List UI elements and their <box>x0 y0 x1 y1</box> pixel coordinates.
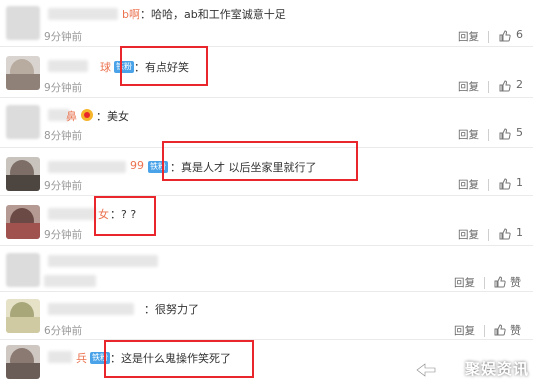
highlight-box <box>162 141 358 181</box>
timestamp: 8分钟前 <box>44 130 83 142</box>
avatar[interactable] <box>6 345 40 379</box>
comment-item: 回复 赞 <box>0 245 533 291</box>
like-count: 1 <box>516 226 523 239</box>
avatar[interactable] <box>6 205 40 239</box>
avatar[interactable] <box>6 105 40 139</box>
reply-link[interactable]: 回复 <box>458 177 479 192</box>
comment-item: 球 铁粉 ：有点好笑 9分钟前 回复 2 <box>0 46 533 96</box>
thumbs-up-icon[interactable] <box>494 324 506 336</box>
reply-link[interactable]: 回复 <box>454 323 475 338</box>
comment-item: 兵 铁粉 ：这是什么鬼操作笑死了 <box>0 339 533 380</box>
timestamp: 9分钟前 <box>44 180 83 192</box>
thumbs-up-icon[interactable] <box>499 228 511 240</box>
divider <box>488 229 489 241</box>
username-blur <box>48 303 134 315</box>
avatar[interactable] <box>6 157 40 191</box>
username[interactable]: 球 <box>100 59 111 75</box>
watermark-logo-icon <box>416 363 436 377</box>
like-count: 2 <box>516 78 523 91</box>
username[interactable]: b啊 <box>122 6 140 22</box>
divider <box>488 31 489 43</box>
like-count: 1 <box>516 176 523 189</box>
vip-icon <box>81 109 93 121</box>
comment-text: ：美女 <box>96 110 129 123</box>
comment-item: ：很努力了 6分钟前 回复 赞 <box>0 291 533 339</box>
watermark: 聚娱资讯 <box>464 360 529 378</box>
avatar[interactable] <box>6 299 40 333</box>
avatar[interactable] <box>6 253 40 287</box>
timestamp: 9分钟前 <box>44 229 83 241</box>
timestamp: 6分钟前 <box>44 325 83 337</box>
highlight-box <box>104 340 254 378</box>
thumbs-up-icon[interactable] <box>499 128 511 140</box>
comment-item: 鼻 ：美女 8分钟前 回复 5 <box>0 97 533 147</box>
avatar[interactable] <box>6 56 40 90</box>
thumbs-up-icon[interactable] <box>499 30 511 42</box>
divider <box>488 81 489 93</box>
thumbs-up-icon[interactable] <box>499 80 511 92</box>
comment-text: ：哈哈，ab和工作室诚意十足 <box>140 8 286 21</box>
like-label[interactable]: 赞 <box>510 322 521 338</box>
highlight-box <box>94 196 156 236</box>
divider <box>488 129 489 141</box>
timestamp-blur <box>44 275 96 287</box>
reply-link[interactable]: 回复 <box>458 29 479 44</box>
username-blur <box>48 60 88 72</box>
like-count: 5 <box>516 126 523 139</box>
avatar[interactable] <box>6 6 40 40</box>
timestamp: 9分钟前 <box>44 31 83 43</box>
comment-item: b啊 ：哈哈，ab和工作室诚意十足 9分钟前 回复 6 <box>0 0 533 48</box>
reply-link[interactable]: 回复 <box>454 275 475 290</box>
reply-link[interactable]: 回复 <box>458 127 479 142</box>
thumbs-up-icon[interactable] <box>499 178 511 190</box>
username[interactable]: 99 <box>130 159 144 172</box>
username-blur <box>48 255 158 267</box>
username-blur <box>48 8 118 20</box>
comment-text: ：很努力了 <box>144 303 199 316</box>
reply-link[interactable]: 回复 <box>458 227 479 242</box>
username-blur <box>48 161 126 173</box>
divider <box>488 179 489 191</box>
username[interactable]: 鼻 <box>66 108 77 124</box>
thumbs-up-icon[interactable] <box>494 276 506 288</box>
divider <box>484 277 485 289</box>
username-blur <box>48 208 96 220</box>
comment-item: 女 ：? ? 9分钟前 回复 1 <box>0 195 533 245</box>
timestamp: 9分钟前 <box>44 82 83 94</box>
divider <box>484 325 485 337</box>
reply-link[interactable]: 回复 <box>458 79 479 94</box>
highlight-box <box>120 46 208 86</box>
username[interactable]: 兵 <box>76 350 87 366</box>
like-label[interactable]: 赞 <box>510 274 521 290</box>
username-blur <box>48 351 72 363</box>
like-count: 6 <box>516 28 523 41</box>
